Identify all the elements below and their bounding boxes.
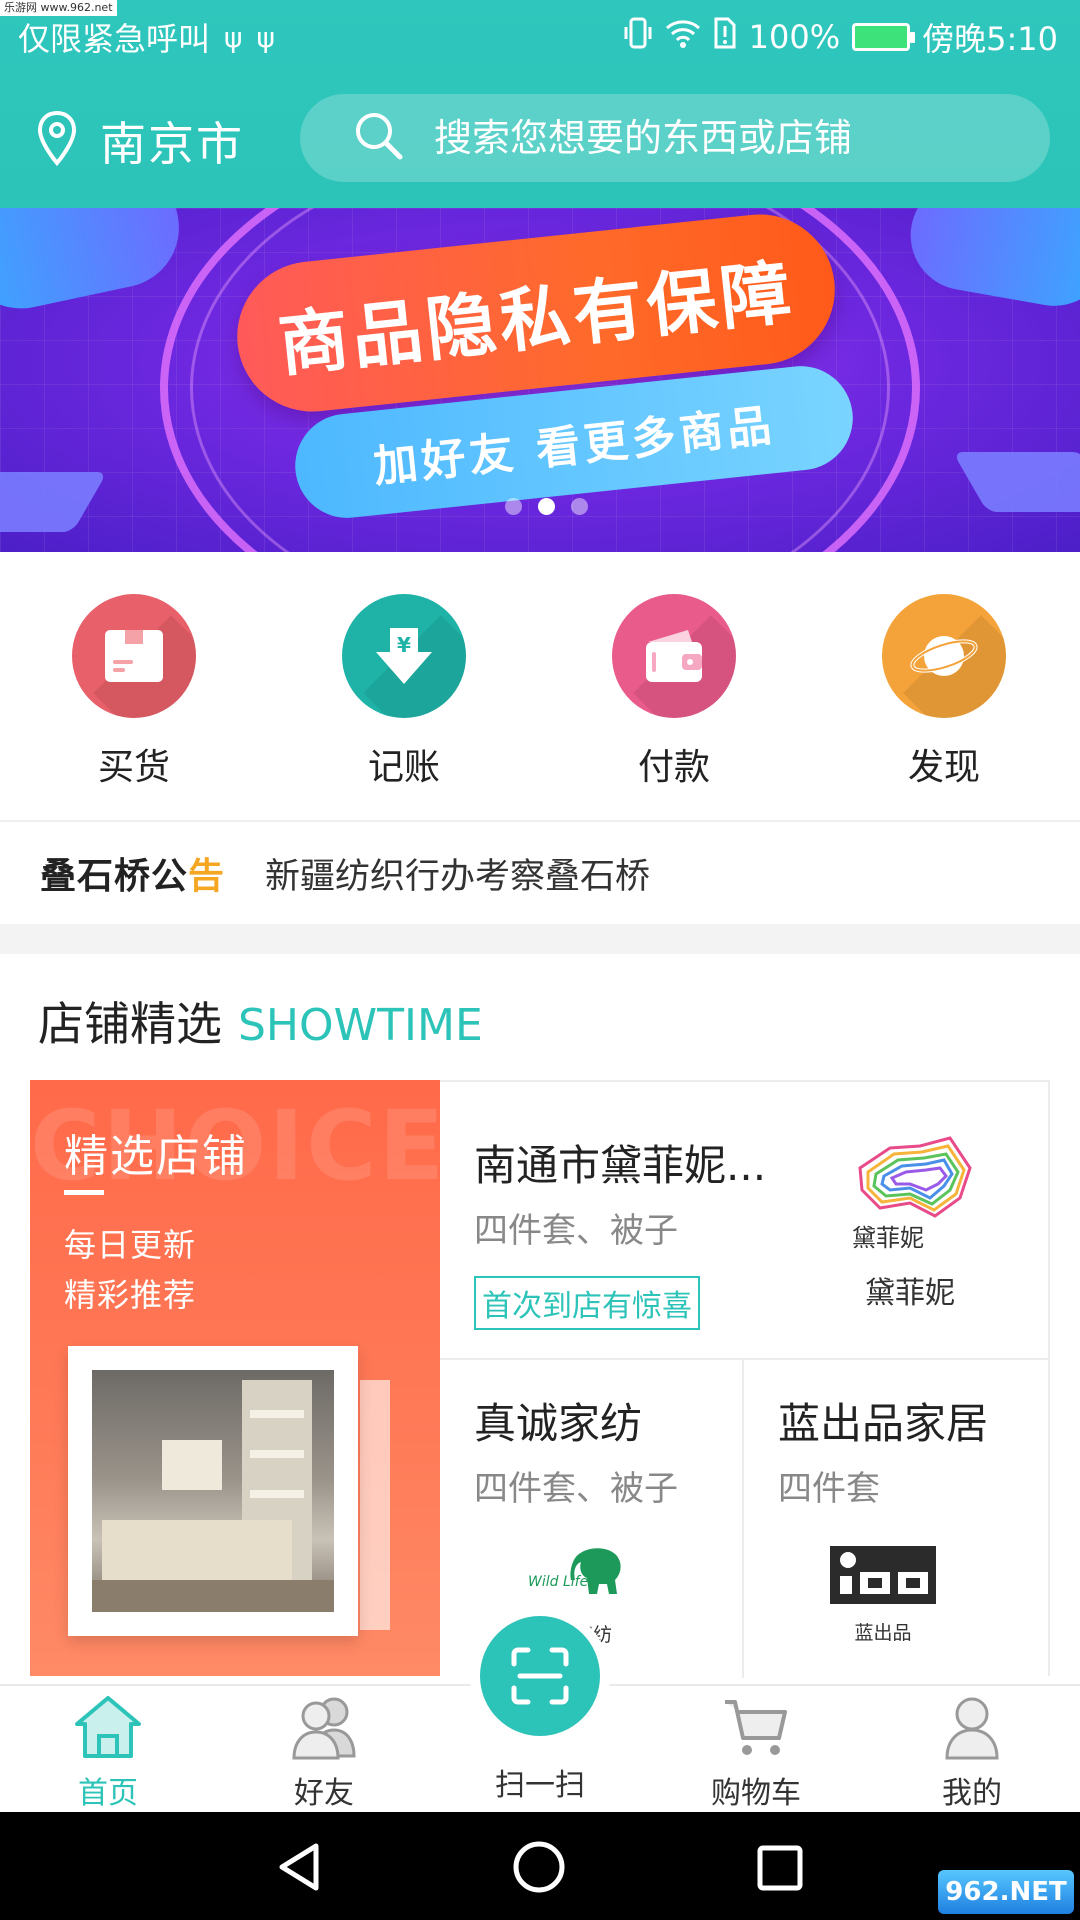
choice-underline: [64, 1190, 104, 1195]
notice-brand: 叠石桥公告: [40, 847, 225, 899]
system-navigation-bar: 962.NET: [0, 1812, 1080, 1920]
action-buy-label: 买货: [97, 747, 170, 788]
scan-button[interactable]: [480, 1616, 600, 1736]
action-ledger-label: 记账: [367, 747, 440, 788]
section-title-zh: 店铺精选: [38, 997, 222, 1051]
shop-category: 四件套、被子: [474, 1211, 678, 1251]
shop-name: 蓝出品家居: [778, 1399, 989, 1448]
shop-name: 真诚家纺: [474, 1399, 643, 1448]
nav-friends-label: 好友: [294, 1776, 354, 1811]
back-icon[interactable]: [274, 1842, 324, 1896]
lanchupin-logo-icon: [830, 1546, 936, 1604]
home-circle-icon[interactable]: [512, 1840, 566, 1898]
nav-mine[interactable]: 我的: [902, 1694, 1042, 1812]
shop-category: 四件套: [778, 1469, 880, 1509]
action-discover-label: 发现: [907, 747, 980, 788]
svg-text:¥: ¥: [397, 633, 411, 657]
shop-logo: 黛菲妮: [840, 1128, 980, 1253]
planet-icon: [882, 594, 1006, 718]
notice-bar[interactable]: 叠石桥公告 新疆纺织行办考察叠石桥: [0, 822, 1080, 924]
status-bar: 仅限紧急呼叫 ψ ψ 100% 傍晚5:10: [0, 0, 1080, 76]
wallet-icon: [612, 594, 736, 718]
search-icon: [352, 109, 406, 167]
carousel-dot[interactable]: [505, 498, 522, 515]
cart-icon: [725, 1700, 787, 1755]
shop-logo-caption: 蓝出品: [854, 1622, 912, 1644]
home-icon: [75, 1696, 141, 1758]
action-buy[interactable]: 买货: [59, 594, 209, 790]
battery-icon: [852, 23, 916, 51]
carrier-text: 仅限紧急呼叫: [18, 20, 211, 58]
promo-banner[interactable]: 商品隐私有保障 加好友 看更多商品: [0, 208, 1080, 552]
carousel-indicator: [505, 498, 588, 515]
featured-shops-card[interactable]: CHOICE 精选店铺 每日更新 精彩推荐: [30, 1080, 440, 1676]
city-label: 南京市: [100, 117, 244, 171]
frame-decoration: [360, 1380, 390, 1630]
sim-alert-icon: [713, 17, 737, 57]
search-input[interactable]: [434, 116, 994, 160]
shop-card-daifeini[interactable]: 南通市黛菲妮... 四件套、被子 首次到店有惊喜 黛菲妮 黛菲妮: [440, 1082, 1048, 1360]
shop-category: 四件套、被子: [474, 1469, 678, 1509]
choice-title: 精选店铺: [64, 1131, 248, 1182]
nav-scan-label: 扫一扫: [495, 1768, 585, 1803]
friends-icon: [292, 1697, 356, 1760]
shop-name: 南通市黛菲妮...: [474, 1141, 767, 1190]
action-pay[interactable]: 付款: [599, 594, 749, 790]
action-ledger[interactable]: ¥ 记账: [329, 594, 479, 790]
nav-home[interactable]: 首页: [38, 1694, 178, 1812]
nav-mine-label: 我的: [942, 1776, 1002, 1811]
rainbow-map-logo-icon: [858, 1136, 972, 1218]
shop-card-lanchupin[interactable]: 蓝出品家居 四件套 蓝出品: [744, 1360, 1048, 1678]
elephant-logo-icon: [570, 1548, 621, 1594]
location-pin-icon: [36, 110, 78, 172]
notice-text[interactable]: 新疆纺织行办考察叠石桥: [265, 848, 650, 899]
carousel-dot-active[interactable]: [538, 498, 555, 515]
choice-line1: 每日更新: [64, 1226, 197, 1264]
usb-icon: ψ: [256, 20, 275, 54]
section-title: 店铺精选 SHOWTIME: [38, 988, 483, 1054]
nav-cart-label: 购物车: [711, 1776, 801, 1811]
app-header: 仅限紧急呼叫 ψ ψ 100% 傍晚5:10 南京市: [0, 0, 1080, 208]
vibrate-icon: [623, 17, 653, 57]
shop-promo-badge: 首次到店有惊喜: [474, 1276, 700, 1330]
store-photo-frame: [68, 1346, 358, 1636]
nav-home-label: 首页: [78, 1776, 138, 1811]
shop-grid: 南通市黛菲妮... 四件套、被子 首次到店有惊喜 黛菲妮 黛菲妮 真诚家纺 四件…: [440, 1080, 1050, 1678]
notice-brand-main: 叠石桥公: [40, 856, 189, 897]
banner-subtitle: 加好友 看更多商品: [371, 400, 778, 493]
clock: 傍晚5:10: [922, 20, 1058, 58]
shop-logo: 蓝出品: [828, 1546, 938, 1645]
watermark-bottom-right: 962.NET: [938, 1870, 1074, 1914]
banner-title: 商品隐私有保障: [274, 250, 799, 387]
profile-icon: [945, 1697, 999, 1760]
quick-actions: 买货 ¥ 记账 付款 发现: [0, 552, 1080, 820]
yen-download-icon: ¥: [342, 594, 466, 718]
wifi-icon: [665, 18, 701, 56]
carousel-dot[interactable]: [571, 498, 588, 515]
recents-icon[interactable]: [756, 1844, 804, 1896]
battery-percent: 100%: [748, 18, 841, 56]
action-discover[interactable]: 发现: [869, 594, 1019, 790]
watermark-top-left: 乐游网 www.962.net: [0, 0, 117, 16]
shop-logo-caption: 黛菲妮: [865, 1276, 955, 1311]
section-title-en: SHOWTIME: [238, 1000, 483, 1051]
store-photo: [92, 1370, 334, 1612]
nav-friends[interactable]: 好友: [254, 1694, 394, 1812]
section-divider: [0, 924, 1080, 954]
action-pay-label: 付款: [637, 747, 710, 788]
usb-icon: ψ: [224, 20, 243, 54]
search-bar[interactable]: [300, 94, 1050, 182]
nav-cart[interactable]: 购物车: [686, 1694, 826, 1812]
location-selector[interactable]: 南京市: [36, 108, 244, 174]
scan-icon: [511, 1647, 569, 1705]
choice-line2: 精彩推荐: [64, 1276, 197, 1314]
nav-scan[interactable]: [470, 1606, 610, 1756]
notice-brand-tail: 告: [188, 856, 226, 897]
package-icon: [72, 594, 196, 718]
